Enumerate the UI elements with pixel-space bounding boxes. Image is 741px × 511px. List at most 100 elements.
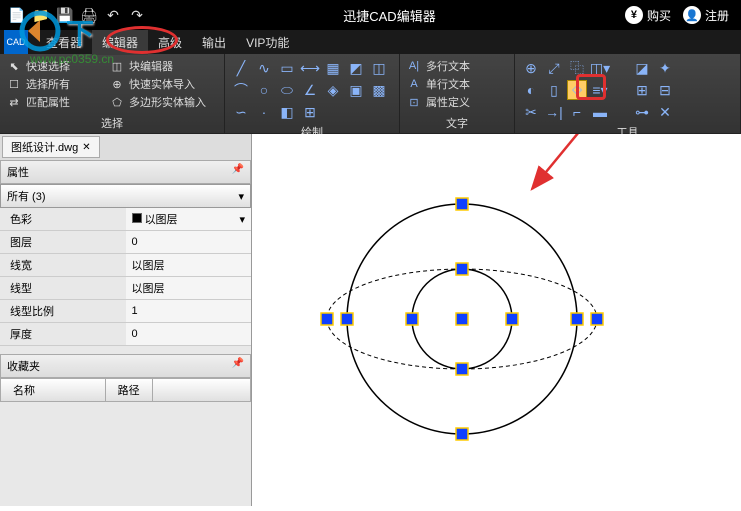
panel-title: 收藏夹 (7, 358, 40, 374)
register-button[interactable]: 👤 注册 (683, 6, 729, 24)
new-icon[interactable]: 📄 (8, 6, 26, 24)
offset-icon[interactable]: ⟐ (567, 80, 587, 100)
quick-select-button[interactable]: ⬉快速选择 (6, 58, 106, 74)
drawing-canvas[interactable] (252, 134, 741, 506)
app-badge[interactable]: CAD (4, 30, 28, 54)
menubar: CAD 查看器 编辑器 高级 输出 VIP功能 (0, 30, 741, 54)
property-row: 图层0 (0, 231, 251, 254)
arc-icon[interactable]: ⌒ (231, 80, 251, 100)
file-tab[interactable]: 图纸设计.dwg ✕ (2, 136, 100, 158)
pin-icon[interactable]: 📌 (232, 164, 244, 180)
print-icon[interactable]: 🖨 (80, 6, 98, 24)
properties-filter-dropdown[interactable]: 所有 (3) ▾ (0, 184, 251, 208)
array-icon[interactable]: ⊞ (632, 80, 652, 100)
cursor-icon: ⬉ (6, 58, 22, 74)
app-title: 迅捷CAD编辑器 (154, 6, 625, 25)
angle-icon[interactable]: ∠ (300, 80, 320, 100)
menu-vip[interactable]: VIP功能 (236, 30, 299, 55)
panel-title: 属性 (7, 164, 29, 180)
text-icon: A (406, 76, 422, 92)
close-icon[interactable]: ✕ (82, 142, 90, 153)
buy-button[interactable]: ¥ 购买 (625, 6, 671, 24)
redo-icon[interactable]: ↷ (128, 6, 146, 24)
attdef-button[interactable]: ⊡属性定义 (406, 94, 508, 110)
linetype-icon[interactable]: ≡▾ (590, 80, 610, 100)
fillet-icon[interactable]: ⌐ (567, 102, 587, 122)
polyline-icon[interactable]: ∿ (254, 58, 274, 78)
block-editor-button[interactable]: ◫块编辑器 (109, 58, 173, 74)
match-props-button[interactable]: ⇄匹配属性 (6, 94, 106, 110)
open-icon[interactable]: 📁 (32, 6, 50, 24)
left-panel: 图纸设计.dwg ✕ 属性 📌 所有 (3) ▾ 色彩 以图层▾ 图层0 线宽以… (0, 134, 252, 506)
property-row: 线型以图层 (0, 277, 251, 300)
canvas-content (252, 134, 741, 506)
text-button[interactable]: A单行文本 (406, 76, 508, 92)
spline-icon[interactable]: ∽ (231, 102, 251, 122)
user-icon: 👤 (683, 6, 701, 24)
ellipse-icon[interactable]: ⬭ (277, 80, 297, 100)
line-icon[interactable]: ╱ (231, 58, 251, 78)
property-row: 色彩 以图层▾ (0, 208, 251, 231)
menu-advanced[interactable]: 高级 (148, 30, 192, 55)
menu-viewer[interactable]: 查看器 (36, 30, 92, 55)
point-icon[interactable]: · (254, 102, 274, 122)
color-icon[interactable]: ◪ (632, 58, 652, 78)
attdef-icon: ⊡ (406, 94, 422, 110)
circle-icon[interactable]: ○ (254, 80, 274, 100)
property-value[interactable]: 0 (126, 231, 252, 253)
region-icon[interactable]: ◩ (346, 58, 366, 78)
dim-icon[interactable]: ⟷ (300, 58, 320, 78)
property-value[interactable]: 0 (126, 323, 252, 345)
property-value[interactable]: 以图层 (126, 277, 252, 299)
bound-icon[interactable]: ◫ (369, 58, 389, 78)
trim-icon[interactable]: ✂ (521, 102, 541, 122)
favorites-col-name[interactable]: 名称 (1, 379, 106, 401)
match-icon: ⇄ (6, 94, 22, 110)
mtext-button[interactable]: A|多行文本 (406, 58, 508, 74)
polygon-icon: ⬠ (109, 94, 125, 110)
table-icon[interactable]: ⊞ (300, 102, 320, 122)
save-icon[interactable]: 💾 (56, 6, 74, 24)
chevron-down-icon: ▾ (238, 190, 244, 203)
insert-icon[interactable]: ◈ (323, 80, 343, 100)
menu-output[interactable]: 输出 (192, 30, 236, 55)
hatch-icon[interactable]: ▦ (323, 58, 343, 78)
ribbon-group-label: 文字 (406, 113, 508, 131)
copy-icon[interactable]: ⿻ (567, 58, 587, 78)
quick-import-button[interactable]: ⊕快速实体导入 (109, 76, 195, 92)
pin-icon[interactable]: 📌 (232, 358, 244, 374)
tool3-icon[interactable]: ◧ (277, 102, 297, 122)
ribbon: ⬉快速选择 ◫块编辑器 ☐选择所有 ⊕快速实体导入 ⇄匹配属性 ⬠多边形实体输入… (0, 54, 741, 134)
poly-input-button[interactable]: ⬠多边形实体输入 (109, 94, 206, 110)
property-row: 厚度0 (0, 323, 251, 346)
explode-icon[interactable]: ✦ (655, 58, 675, 78)
rect-icon[interactable]: ▭ (277, 58, 297, 78)
undo-icon[interactable]: ↶ (104, 6, 122, 24)
mirror-icon[interactable]: ▯ (544, 80, 564, 100)
select-all-button[interactable]: ☐选择所有 (6, 76, 106, 92)
raster-icon[interactable]: ▩ (369, 80, 389, 100)
scale-icon[interactable]: ⤢ (544, 58, 564, 78)
weight-icon[interactable]: ▬ (590, 102, 610, 122)
rotate-icon[interactable]: ◐ (521, 80, 541, 100)
menu-editor[interactable]: 编辑器 (92, 30, 148, 55)
favorites-col-path[interactable]: 路径 (106, 379, 153, 401)
property-value[interactable]: 以图层▾ (126, 208, 252, 230)
favorites-columns: 名称 路径 (0, 378, 251, 402)
extend-icon[interactable]: →| (544, 102, 564, 122)
property-value[interactable]: 1 (126, 300, 252, 322)
layer-icon[interactable]: ◫▾ (590, 58, 610, 78)
join-icon[interactable]: ⊶ (632, 102, 652, 122)
property-value[interactable]: 以图层 (126, 254, 252, 276)
property-row: 线宽以图层 (0, 254, 251, 277)
favorites-panel-header[interactable]: 收藏夹 📌 (0, 354, 251, 378)
titlebar: 📄 📁 💾 🖨 ↶ ↷ 迅捷CAD编辑器 ¥ 购买 👤 注册 (0, 0, 741, 30)
properties-panel-header[interactable]: 属性 📌 (0, 160, 251, 184)
break-icon[interactable]: ⊟ (655, 80, 675, 100)
erase-icon[interactable]: ✕ (655, 102, 675, 122)
xref-icon[interactable]: ▣ (346, 80, 366, 100)
move-icon[interactable]: ⊕ (521, 58, 541, 78)
select-all-icon: ☐ (6, 76, 22, 92)
currency-icon: ¥ (625, 6, 643, 24)
mtext-icon: A| (406, 58, 422, 74)
